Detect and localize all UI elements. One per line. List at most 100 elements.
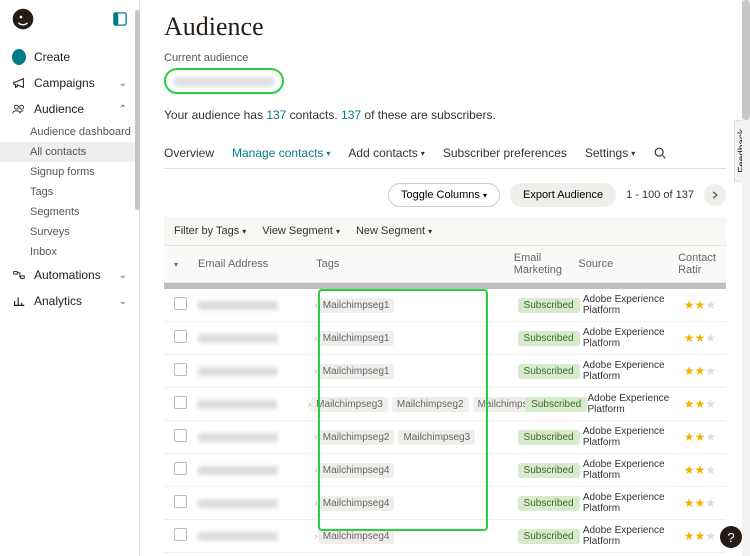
status-badge: Subscribed — [518, 364, 580, 379]
sidebar: Create Campaigns ⌄ Audience ⌃ Audience d… — [0, 0, 140, 556]
status-badge: Subscribed — [518, 463, 580, 478]
col-rating[interactable]: Contact Ratir — [678, 252, 716, 276]
row-checkbox[interactable] — [174, 462, 187, 475]
audience-tabs: Overview Manage contacts▾ Add contacts▾ … — [164, 146, 726, 169]
table-row[interactable]: ›Mailchimpseg1SubscribedAdobe Experience… — [164, 322, 726, 355]
rating-stars: ★★★ — [684, 397, 716, 411]
chevron-down-icon: ⌄ — [119, 296, 127, 307]
table-row[interactable]: ›Mailchimpseg4SubscribedAdobe Experience… — [164, 520, 726, 553]
tag-chip[interactable]: Mailchimpseg4 — [318, 529, 395, 544]
megaphone-icon — [12, 76, 26, 90]
col-tags[interactable]: Tags — [316, 258, 514, 270]
subscribers-count: 137 — [341, 108, 361, 122]
tag-chip[interactable]: Mailchimpseg4 — [318, 496, 395, 511]
collapse-sidebar-icon[interactable] — [113, 12, 127, 26]
automations-icon — [12, 268, 26, 282]
chevron-up-icon: ⌃ — [119, 104, 127, 115]
source-cell: Adobe Experience Platform — [583, 327, 684, 349]
subnav-all-contacts[interactable]: All contacts — [0, 142, 139, 162]
help-button[interactable]: ? — [720, 526, 742, 548]
email-blurred — [198, 466, 278, 475]
tag-chip[interactable]: Mailchimpseg2 — [318, 430, 395, 445]
row-checkbox[interactable] — [174, 495, 187, 508]
sidebar-item-analytics[interactable]: Analytics ⌄ — [0, 288, 139, 314]
tag-chip[interactable]: Mailchimpseg4 — [318, 463, 395, 478]
tab-subscriber-preferences[interactable]: Subscriber preferences — [443, 146, 567, 160]
tab-overview[interactable]: Overview — [164, 146, 214, 160]
sidebar-item-audience[interactable]: Audience ⌃ — [0, 96, 139, 122]
subnav-tags[interactable]: Tags — [30, 182, 139, 202]
rating-stars: ★★★ — [684, 331, 716, 345]
filter-by-tags[interactable]: Filter by Tags▾ — [174, 225, 246, 237]
contacts-count: 137 — [266, 108, 286, 122]
email-blurred — [198, 367, 278, 376]
table-row[interactable]: ›Mailchimpseg2Mailchimpseg3SubscribedAdo… — [164, 421, 726, 454]
new-segment[interactable]: New Segment▾ — [356, 225, 432, 237]
tab-manage-contacts[interactable]: Manage contacts▾ — [232, 146, 330, 160]
email-blurred — [198, 433, 278, 442]
chevron-down-icon: ⌄ — [119, 270, 127, 281]
table-row[interactable]: ›Mailchimpseg4SubscribedAdobe Experience… — [164, 487, 726, 520]
tag-chip[interactable]: Mailchimpseg3 — [398, 430, 475, 445]
search-icon[interactable] — [653, 146, 667, 160]
col-marketing[interactable]: Email Marketing — [514, 252, 579, 276]
subnav-inbox[interactable]: Inbox — [30, 242, 139, 262]
chevron-down-icon: ▾ — [421, 149, 425, 158]
table-header: ▾ Email Address Tags Email Marketing Sou… — [164, 245, 726, 283]
table-row[interactable]: ›Mailchimpseg1SubscribedAdobe Experience… — [164, 355, 726, 388]
row-checkbox[interactable] — [174, 528, 187, 541]
email-blurred — [197, 400, 277, 409]
subnav-surveys[interactable]: Surveys — [30, 222, 139, 242]
tab-settings[interactable]: Settings▾ — [585, 146, 635, 160]
table-row[interactable]: ›Mailchimpseg1SubscribedAdobe Experience… — [164, 289, 726, 322]
analytics-icon — [12, 294, 26, 308]
rating-stars: ★★★ — [684, 430, 716, 444]
table-body: ›Mailchimpseg1SubscribedAdobe Experience… — [164, 289, 726, 556]
page-scrollbar-track[interactable] — [742, 0, 750, 556]
row-checkbox[interactable] — [174, 429, 187, 442]
nav-label: Audience — [34, 102, 84, 116]
nav-label: Automations — [34, 268, 101, 282]
col-email[interactable]: Email Address — [198, 258, 316, 270]
page-scrollbar-thumb[interactable] — [742, 0, 750, 120]
tab-add-contacts[interactable]: Add contacts▾ — [348, 146, 424, 160]
pager-next-button[interactable] — [704, 184, 726, 206]
col-source[interactable]: Source — [578, 258, 678, 270]
tag-chip[interactable]: Mailchimpseg1 — [318, 331, 395, 346]
tag-chip[interactable]: Mailchimpseg1 — [318, 298, 395, 313]
audience-selector[interactable] — [164, 68, 284, 94]
select-all-menu[interactable]: ▾ — [174, 260, 178, 269]
row-checkbox[interactable] — [174, 363, 187, 376]
view-segment[interactable]: View Segment▾ — [262, 225, 340, 237]
main-content: Audience Current audience Your audience … — [140, 0, 750, 556]
status-badge: Subscribed — [525, 397, 587, 412]
chevron-down-icon: ▾ — [631, 149, 635, 158]
table-row[interactable]: ›Mailchimpseg3Mailchimpseg2Mailchimpseg1… — [164, 388, 726, 421]
table-row[interactable]: ›Mailchimpseg4SubscribedAdobe Experience… — [164, 454, 726, 487]
tag-chip[interactable]: Mailchimpseg3 — [311, 397, 388, 412]
export-audience-button[interactable]: Export Audience — [510, 183, 616, 207]
sidebar-item-automations[interactable]: Automations ⌄ — [0, 262, 139, 288]
row-checkbox[interactable] — [174, 330, 187, 343]
tag-chip[interactable]: Mailchimpseg1 — [318, 364, 395, 379]
email-blurred — [198, 334, 278, 343]
audience-count-text: Your audience has 137 contacts. 137 of t… — [164, 108, 726, 122]
pencil-circle-icon — [12, 49, 26, 65]
subnav-audience-dashboard[interactable]: Audience dashboard — [30, 122, 139, 142]
row-checkbox[interactable] — [174, 396, 187, 409]
source-cell: Adobe Experience Platform — [583, 459, 684, 481]
subnav-signup-forms[interactable]: Signup forms — [30, 162, 139, 182]
rating-stars: ★★★ — [684, 298, 716, 312]
status-badge: Subscribed — [518, 430, 580, 445]
mailchimp-logo-icon[interactable] — [12, 8, 34, 30]
sidebar-item-campaigns[interactable]: Campaigns ⌄ — [0, 70, 139, 96]
tag-chip[interactable]: Mailchimpseg2 — [392, 397, 469, 412]
toggle-columns-button[interactable]: Toggle Columns ▾ — [388, 183, 500, 207]
row-checkbox[interactable] — [174, 297, 187, 310]
source-cell: Adobe Experience Platform — [583, 294, 684, 316]
primary-nav: Create Campaigns ⌄ Audience ⌃ Audience d… — [0, 42, 139, 316]
sidebar-item-create[interactable]: Create — [0, 44, 139, 70]
source-cell: Adobe Experience Platform — [588, 393, 684, 415]
subnav-segments[interactable]: Segments — [30, 202, 139, 222]
audience-subnav: Audience dashboard All contacts Signup f… — [0, 122, 139, 262]
